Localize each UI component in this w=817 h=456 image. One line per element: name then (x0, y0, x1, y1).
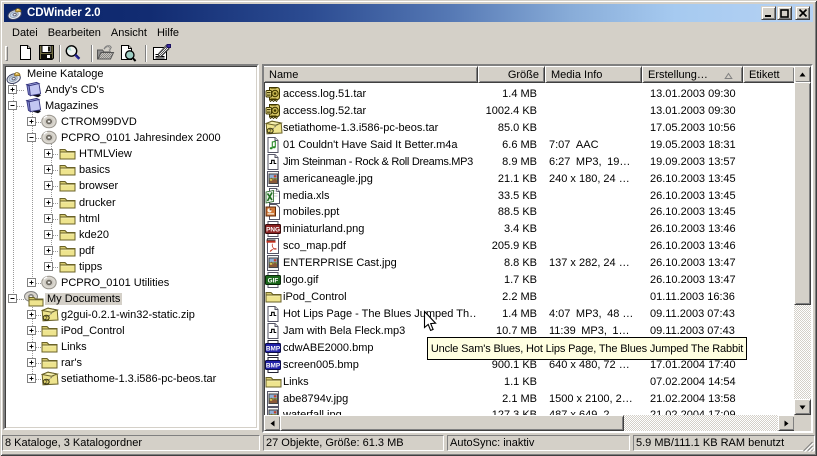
svg-text:BMP: BMP (266, 363, 281, 370)
svg-text:z: z (269, 129, 272, 135)
svg-text:z: z (45, 316, 48, 322)
svg-text:PNG: PNG (266, 227, 280, 234)
svg-text:z: z (45, 380, 48, 386)
svg-text:GIF: GIF (268, 278, 279, 285)
svg-text:BMP: BMP (266, 346, 281, 353)
